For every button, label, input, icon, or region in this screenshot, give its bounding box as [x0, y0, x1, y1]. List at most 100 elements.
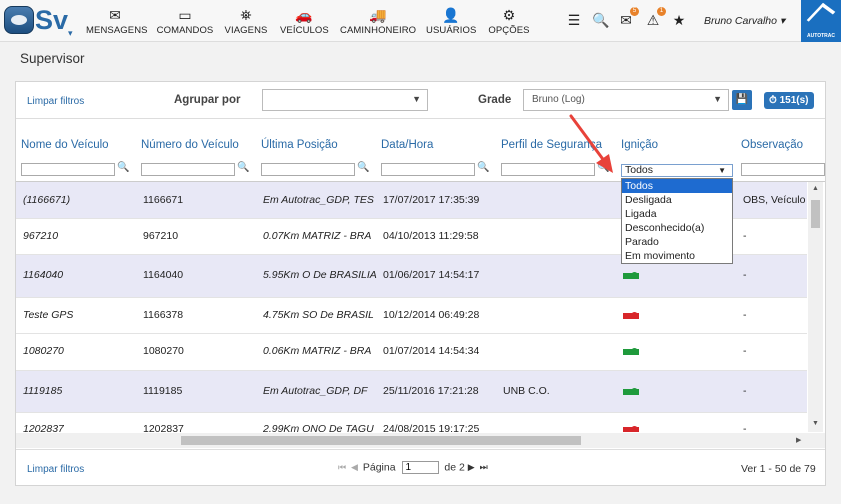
cell-observacao: - [743, 423, 747, 432]
mail-icon[interactable]: ✉ 5 [618, 7, 639, 29]
pagination: ⏮ ◀ Página de 2 ▶ ⏭ [338, 461, 490, 474]
grid-toolbar: Limpar filtros Agrupar por ▼ Grade Bruno… [16, 82, 825, 119]
last-page-icon[interactable]: ⏭ [480, 462, 488, 473]
star-icon[interactable]: ★ [671, 12, 687, 29]
vertical-scroll-thumb[interactable] [811, 200, 820, 228]
scroll-right-arrow-icon[interactable]: ▶ [796, 436, 801, 444]
scroll-down-arrow-icon[interactable]: ▼ [812, 420, 819, 427]
scroll-up-arrow-icon[interactable]: ▲ [812, 185, 819, 192]
cell-datahora: 04/10/2013 11:29:58 [383, 230, 479, 242]
cell-posicao: 0.06Km MATRIZ - BRA [263, 345, 372, 357]
ignition-filter-value: Todos [625, 164, 654, 176]
footer-clear-filters-link[interactable]: Limpar filtros [27, 464, 84, 475]
top-navbar: Sv ▾ ✉ MENSAGENS ▭ COMANDOS ⛯ VIAGENS 🚗 … [0, 0, 841, 42]
footer-divider [16, 449, 825, 450]
table-row[interactable]: Teste GPS 1166378 4.75Km SO De BRASIL 10… [16, 298, 807, 334]
grade-select[interactable]: Bruno (Log) ▼ [523, 89, 729, 111]
nav-label: MENSAGENS [86, 25, 148, 36]
option-desconhecido[interactable]: Desconhecido(a) [622, 221, 732, 235]
vertical-scrollbar[interactable]: ▲ ▼ [808, 182, 823, 432]
table-row[interactable]: 1202837 1202837 2.99Km ONO De TAGU 24/08… [16, 413, 807, 432]
option-desligada[interactable]: Desligada [622, 193, 732, 207]
search-icon[interactable]: 🔍 [117, 162, 129, 173]
app-logo[interactable]: Sv ▾ [4, 4, 76, 38]
cell-nome: 1119185 [23, 385, 63, 397]
group-by-select[interactable]: ▼ [262, 89, 428, 111]
filter-datahora-input[interactable] [381, 163, 475, 176]
filter-numero-input[interactable] [141, 163, 235, 176]
prev-page-icon[interactable]: ◀ [351, 462, 358, 473]
nav-comandos[interactable]: ▭ COMANDOS [156, 7, 214, 36]
cell-observacao: OBS, Veículo [743, 194, 806, 206]
ignition-filter-select[interactable]: Todos ▼ [621, 164, 733, 177]
option-parado[interactable]: Parado [622, 235, 732, 249]
car-icon: 🚗 [295, 7, 313, 23]
filter-nome-input[interactable] [21, 163, 115, 176]
user-menu[interactable]: Bruno Carvalho ▾ [704, 15, 785, 27]
col-header-perfil[interactable]: Perfil de Segurança [501, 139, 609, 151]
col-header-ignicao[interactable]: Ignição [621, 139, 658, 151]
nav-opcoes[interactable]: ⚙ OPÇÕES [488, 7, 530, 36]
vehicle-count-badge[interactable]: ⏱ 151(s) [764, 92, 814, 109]
logo-caret-icon[interactable]: ▾ [68, 28, 73, 39]
chevron-down-icon: ▼ [713, 94, 722, 104]
search-icon[interactable]: 🔍 [597, 162, 609, 173]
table-row[interactable]: 1080270 1080270 0.06Km MATRIZ - BRA 01/0… [16, 334, 807, 371]
alert-icon[interactable]: ⚠ 1 [645, 7, 666, 29]
nav-veiculos[interactable]: 🚗 VEÍCULOS [280, 7, 329, 36]
cell-nome: Teste GPS [23, 309, 74, 321]
ignition-on-key-icon [623, 272, 639, 279]
cell-datahora: 24/08/2015 19:17:25 [383, 423, 480, 432]
list-icon[interactable]: ☰ [566, 12, 582, 29]
filter-posicao-input[interactable] [261, 163, 355, 176]
save-grade-button[interactable]: 💾 [732, 90, 752, 110]
table-row[interactable]: 1119185 1119185 Em Autotrac_GDP, DF 25/1… [16, 371, 807, 413]
horizontal-scrollbar[interactable]: ▶ [16, 433, 825, 448]
cell-nome: 1202837 [23, 423, 64, 432]
nav-viagens[interactable]: ⛯ VIAGENS [224, 7, 268, 36]
filter-perfil-input[interactable] [501, 163, 595, 176]
nav-caminhoneiro[interactable]: 🚚 CAMINHONEIRO [340, 7, 416, 36]
mail-badge: 5 [630, 7, 639, 16]
option-em-movimento[interactable]: Em movimento [622, 249, 732, 263]
clear-filters-link[interactable]: Limpar filtros [27, 96, 84, 107]
cell-observacao: - [743, 385, 747, 397]
col-header-observacao[interactable]: Observação [741, 139, 803, 151]
next-page-icon[interactable]: ▶ [468, 462, 475, 473]
brand-label: AUTOTRAC [807, 33, 835, 39]
road-icon: ⛯ [240, 7, 252, 23]
save-icon: 💾 [735, 94, 749, 105]
first-page-icon[interactable]: ⏮ [338, 462, 346, 473]
cell-posicao: 4.75Km SO De BRASIL [263, 309, 374, 321]
search-icon[interactable]: 🔍 [357, 162, 369, 173]
search-icon[interactable]: 🔍 [477, 162, 489, 173]
nav-label: OPÇÕES [488, 25, 530, 36]
nav-label: VIAGENS [224, 25, 268, 36]
page-number-input[interactable] [401, 461, 439, 474]
cell-observacao: - [743, 230, 747, 242]
ignition-filter-dropdown: Todos Desligada Ligada Desconhecido(a) P… [621, 178, 733, 264]
col-header-posicao[interactable]: Última Posição [261, 139, 338, 151]
filter-observacao-input[interactable] [741, 163, 825, 176]
cell-posicao: Em Autotrac_GDP, TES [263, 194, 374, 206]
cell-numero: 967210 [143, 230, 179, 242]
option-ligada[interactable]: Ligada [622, 207, 732, 221]
col-header-datahora[interactable]: Data/Hora [381, 139, 433, 151]
search-icon[interactable]: 🔍 [592, 12, 609, 29]
supervisor-grid-panel: Limpar filtros Agrupar por ▼ Grade Bruno… [15, 81, 826, 486]
chevron-down-icon: ▼ [718, 166, 726, 175]
gears-icon: ⚙ [502, 7, 516, 23]
search-icon[interactable]: 🔍 [237, 162, 249, 173]
chevron-down-icon: ▼ [412, 94, 421, 104]
ignition-on-key-icon [623, 348, 639, 355]
logo-text: Sv [35, 5, 69, 35]
col-header-numero[interactable]: Número do Veículo [141, 139, 239, 151]
ignition-off-key-icon [623, 312, 639, 319]
nav-mensagens[interactable]: ✉ MENSAGENS [86, 7, 148, 36]
cell-numero: 1119185 [143, 385, 183, 397]
cell-observacao: - [743, 269, 747, 281]
nav-usuarios[interactable]: 👤 USUÁRIOS [426, 7, 476, 36]
col-header-nome[interactable]: Nome do Veículo [21, 139, 109, 151]
horizontal-scroll-thumb[interactable] [181, 436, 581, 445]
option-todos[interactable]: Todos [622, 179, 732, 193]
